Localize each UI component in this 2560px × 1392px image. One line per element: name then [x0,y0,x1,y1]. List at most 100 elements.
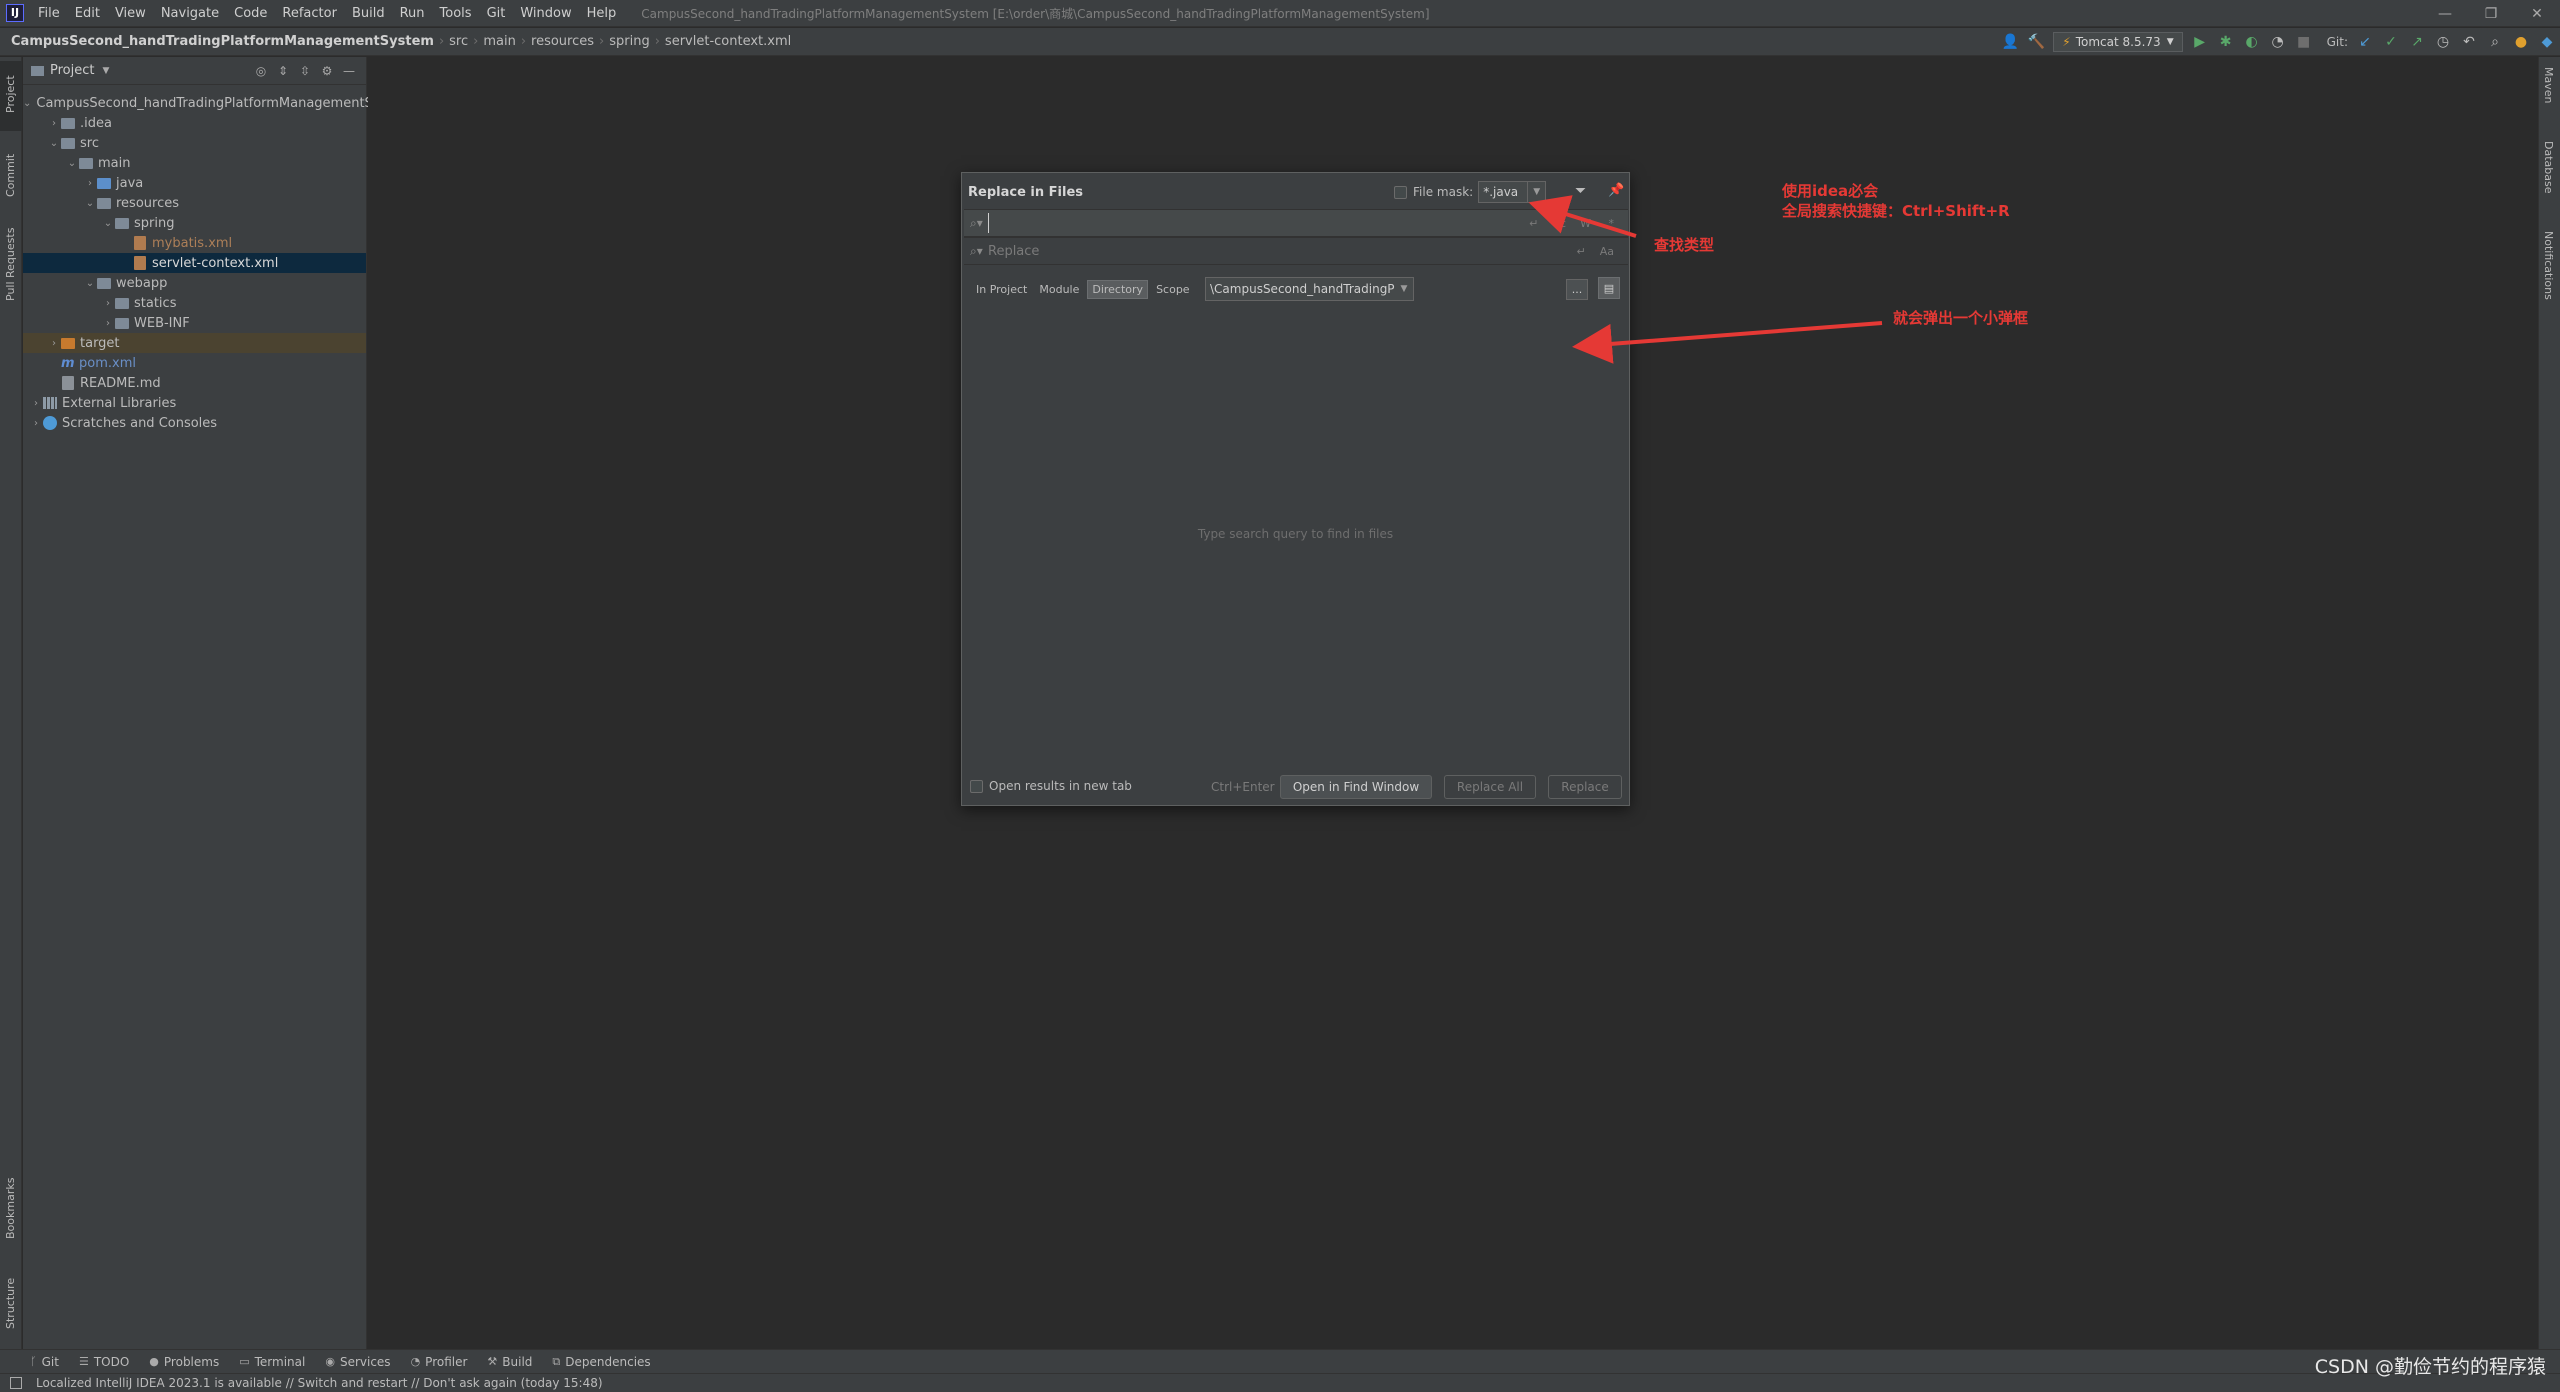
newline-icon[interactable]: ↵ [1529,217,1538,230]
expand-all-icon[interactable]: ⇕ [274,62,292,80]
user-icon[interactable]: 👤 [1997,28,2023,56]
match-case-toggle[interactable]: Cc [1552,217,1566,230]
tree-item[interactable]: mybatis.xml [23,233,366,253]
tree-item[interactable]: ⌄ webapp [23,273,366,293]
rollback-icon[interactable]: ↶ [2456,28,2482,56]
filter-icon[interactable]: ⏷ [1575,183,1586,199]
tool-tab-structure[interactable]: Structure [0,1257,22,1337]
chevron-down-icon[interactable]: ⌄ [83,278,97,289]
tree-item[interactable]: m pom.xml [23,353,366,373]
replace-button[interactable]: Replace [1548,775,1622,799]
menu-git[interactable]: Git [487,6,506,21]
stop-icon[interactable]: ■ [2291,28,2317,56]
tool-tab-pull-requests[interactable]: Pull Requests [0,213,22,313]
chevron-down-icon[interactable]: ⌄ [83,198,97,209]
tool-dependencies[interactable]: ⧉ Dependencies [552,1355,650,1369]
history-icon[interactable]: ◷ [2430,28,2456,56]
tree-item[interactable]: › target [23,333,366,353]
tool-tab-project[interactable]: Project [0,61,22,131]
menu-navigate[interactable]: Navigate [161,6,219,21]
menu-view[interactable]: View [115,6,146,21]
run-icon[interactable]: ▶ [2187,28,2213,56]
chevron-right-icon[interactable]: › [47,118,61,129]
tree-item[interactable]: › statics [23,293,366,313]
project-panel-title[interactable]: Project [50,63,94,78]
coverage-icon[interactable]: ◐ [2239,28,2265,56]
git-push-icon[interactable]: ↗ [2404,28,2430,56]
restore-button[interactable]: ❐ [2468,0,2514,27]
open-in-find-window-button[interactable]: Open in Find Window [1280,775,1432,799]
replace-all-button[interactable]: Replace All [1444,775,1536,799]
tree-item[interactable]: ⌄ CampusSecond_handTradingPlatformManagem… [23,93,373,113]
chevron-down-icon[interactable]: ▼ [1528,181,1547,203]
tree-item[interactable]: README.md [23,373,366,393]
tree-item[interactable]: ⌄ resources [23,193,366,213]
scope-tab-module[interactable]: Module [1035,281,1083,298]
tool-todo[interactable]: ☰ TODO [79,1355,129,1369]
tool-git[interactable]: ᚴ Git [30,1355,59,1369]
newline-icon[interactable]: ↵ [1577,245,1586,258]
tree-item[interactable]: › Scratches and Consoles [23,413,366,433]
menu-file[interactable]: File [38,6,60,21]
git-commit-icon[interactable]: ✓ [2378,28,2404,56]
browse-button[interactable]: ... [1566,279,1588,300]
status-message[interactable]: Localized IntelliJ IDEA 2023.1 is availa… [36,1376,603,1390]
menu-edit[interactable]: Edit [75,6,100,21]
tool-profiler[interactable]: ◔ Profiler [411,1355,468,1369]
directory-combobox[interactable]: \CampusSecond_handTradingPlatformManagem… [1205,277,1414,301]
chevron-down-icon[interactable]: ⌄ [23,98,31,109]
profile-icon[interactable]: ◔ [2265,28,2291,56]
tree-item[interactable]: › External Libraries [23,393,366,413]
tree-item[interactable]: ⌄ src [23,133,366,153]
recursive-toggle-icon[interactable]: ▤ [1598,277,1620,299]
git-update-icon[interactable]: ↙ [2352,28,2378,56]
breadcrumb-src[interactable]: src [449,34,468,49]
file-mask-checkbox[interactable] [1394,185,1407,199]
menu-refactor[interactable]: Refactor [282,6,337,21]
chevron-down-icon[interactable]: ▼ [102,66,109,76]
minimize-button[interactable]: — [2422,0,2468,27]
find-input[interactable] [988,213,1530,233]
chevron-right-icon[interactable]: › [47,338,61,349]
breadcrumb-spring[interactable]: spring [609,34,649,49]
chevron-down-icon[interactable]: ▼ [1395,284,1413,294]
tool-tab-commit[interactable]: Commit [0,137,22,207]
debug-icon[interactable]: ✱ [2213,28,2239,56]
tool-problems[interactable]: ● Problems [149,1355,219,1369]
build-hammer-icon[interactable]: 🔨 [2023,28,2049,56]
tool-build[interactable]: ⚒ Build [487,1355,532,1369]
menu-build[interactable]: Build [352,6,385,21]
status-window-icon[interactable] [10,1377,22,1389]
chevron-right-icon[interactable]: › [101,298,115,309]
menu-code[interactable]: Code [234,6,267,21]
tree-item[interactable]: ⌄ spring [23,213,366,233]
chevron-down-icon[interactable]: ⌄ [65,158,79,169]
chevron-down-icon[interactable]: ⌄ [47,138,61,149]
gear-icon[interactable]: ⚙ [318,62,336,80]
scope-tab-directory[interactable]: Directory [1087,279,1149,299]
tool-tab-notifications[interactable]: Notifications [2539,227,2560,327]
tree-item[interactable]: › .idea [23,113,366,133]
search-icon[interactable]: ⌕ [2482,28,2508,56]
hide-icon[interactable]: — [340,62,358,80]
file-mask-input[interactable]: *.java [1478,181,1529,203]
breadcrumb-project[interactable]: CampusSecond_handTradingPlatformManageme… [11,34,434,49]
tool-services[interactable]: ◉ Services [325,1355,390,1369]
breadcrumb-main[interactable]: main [483,34,515,49]
preserve-case-toggle[interactable]: Aa [1600,245,1614,258]
chevron-right-icon[interactable]: › [83,178,97,189]
run-config-selector[interactable]: ⚡ Tomcat 8.5.73 ▼ [2053,32,2183,52]
collapse-all-icon[interactable]: ⇳ [296,62,314,80]
chevron-right-icon[interactable]: › [29,418,43,429]
tree-item[interactable]: ⌄ main [23,153,366,173]
menu-help[interactable]: Help [587,6,617,21]
locate-icon[interactable]: ◎ [252,62,270,80]
tree-item[interactable]: › java [23,173,366,193]
update-icon[interactable]: ● [2508,28,2534,56]
tree-item[interactable]: › WEB-INF [23,313,366,333]
tool-tab-database[interactable]: Database [2539,137,2560,217]
menu-tools[interactable]: Tools [440,6,472,21]
chevron-right-icon[interactable]: › [29,398,43,409]
tool-terminal[interactable]: ▭ Terminal [239,1355,305,1369]
breadcrumb-resources[interactable]: resources [531,34,594,49]
